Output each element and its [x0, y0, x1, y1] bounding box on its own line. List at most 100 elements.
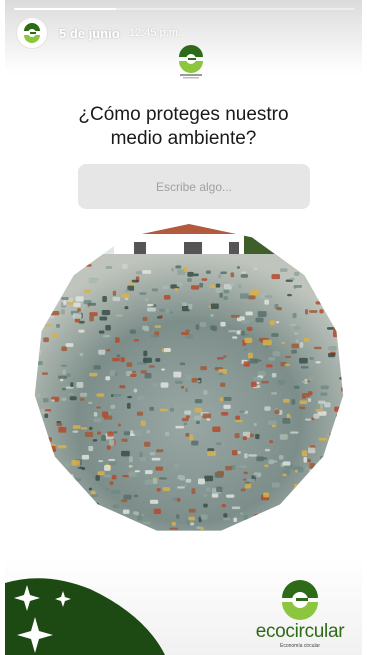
profile-avatar[interactable]: [17, 18, 47, 48]
bottle-texture: [308, 376, 315, 382]
bottle-texture: [139, 292, 147, 295]
bottle-texture: [225, 466, 233, 471]
bottle-texture: [84, 431, 94, 438]
bottle-texture: [78, 329, 85, 333]
bottle-texture: [333, 479, 343, 483]
bottle-texture: [80, 392, 88, 397]
bottle-texture: [42, 398, 49, 403]
bottle-texture: [287, 293, 292, 297]
bottle-texture: [315, 408, 324, 412]
bottle-texture: [240, 330, 245, 336]
bottle-texture: [72, 313, 82, 319]
bottle-texture: [239, 512, 244, 515]
bottle-texture: [300, 526, 305, 531]
bottle-texture: [101, 435, 106, 441]
bottle-texture: [127, 395, 132, 399]
bottle-texture: [325, 304, 331, 308]
bottle-texture: [54, 531, 57, 534]
bottle-texture: [233, 517, 238, 523]
bottle-texture: [86, 495, 91, 499]
answer-input[interactable]: [78, 178, 310, 195]
bottle-texture: [240, 271, 247, 274]
bottle-texture: [338, 286, 344, 290]
bottle-texture: [274, 409, 280, 414]
bottle-texture: [240, 320, 250, 324]
bottle-texture: [140, 370, 147, 374]
bottle-texture: [173, 463, 179, 470]
bottle-texture: [293, 331, 299, 336]
bottle-texture: [139, 457, 147, 462]
bottle-texture: [56, 422, 63, 427]
answer-box[interactable]: [78, 164, 310, 209]
bottle-texture: [144, 479, 154, 485]
bottle-texture: [328, 352, 336, 358]
bottle-texture: [238, 284, 242, 289]
bottle-texture: [244, 453, 248, 459]
bottle-texture: [43, 337, 49, 343]
bottle-texture: [96, 406, 101, 409]
bottle-texture: [236, 266, 240, 269]
bottle-texture: [64, 474, 74, 478]
bottle-texture: [63, 300, 67, 306]
bottle-texture: [48, 418, 55, 423]
bottle-texture: [235, 420, 243, 423]
bottle-texture: [203, 494, 208, 497]
bottle-texture: [98, 349, 106, 355]
bottle-texture: [112, 357, 120, 362]
bottle-texture: [253, 377, 262, 381]
bottle-texture: [231, 506, 241, 510]
bottle-texture: [247, 352, 253, 359]
bottle-texture: [159, 314, 163, 317]
bottle-texture: [299, 400, 308, 405]
bottle-texture: [271, 392, 278, 395]
bottle-texture: [315, 301, 322, 305]
bottle-texture: [43, 272, 53, 276]
bottle-texture: [134, 430, 143, 436]
bottle-texture: [193, 273, 199, 277]
ecocircular-top-logo-icon: [179, 45, 203, 79]
bottle-texture: [72, 425, 81, 429]
bottle-texture: [253, 422, 257, 427]
bottle-texture: [95, 475, 100, 481]
bottle-texture: [162, 285, 169, 290]
bottle-texture: [151, 457, 161, 461]
bottle-texture: [281, 341, 286, 344]
bottle-texture: [129, 456, 133, 463]
bottle-texture: [142, 325, 148, 331]
bottle-texture: [320, 392, 328, 396]
bottle-texture: [199, 282, 204, 288]
bottle-texture: [58, 375, 68, 379]
bottle-texture: [159, 477, 167, 480]
bottle-texture: [88, 487, 93, 491]
bottle-texture: [108, 460, 117, 466]
bottle-texture: [145, 531, 153, 534]
bottle-texture: [210, 303, 219, 309]
bottle-texture: [126, 362, 133, 367]
bottle-texture: [232, 336, 238, 339]
bottle-texture: [151, 288, 158, 292]
bottle-texture: [44, 413, 49, 418]
bottle-texture: [299, 342, 304, 348]
bottle-texture: [339, 273, 344, 279]
bottle-texture: [294, 483, 302, 490]
bottle-texture: [143, 350, 148, 357]
bottle-texture: [198, 478, 205, 485]
bottle-texture: [79, 397, 85, 401]
bottle-texture: [131, 279, 139, 283]
bottle-texture: [146, 429, 150, 434]
bottle-texture: [188, 516, 195, 521]
bottle-texture: [155, 466, 164, 471]
bottle-texture: [60, 364, 68, 367]
bottle-texture: [99, 316, 108, 321]
bottle-texture: [221, 412, 229, 416]
bottle-texture: [223, 296, 228, 301]
bottle-texture: [326, 288, 332, 291]
bottle-texture: [81, 454, 90, 460]
bottle-texture: [204, 475, 214, 482]
bottle-texture: [240, 488, 246, 492]
bottle-texture: [299, 406, 306, 410]
bottle-texture: [265, 364, 273, 368]
bottle-texture: [172, 497, 178, 501]
bottle-texture: [97, 431, 101, 435]
bottle-texture: [257, 311, 267, 317]
